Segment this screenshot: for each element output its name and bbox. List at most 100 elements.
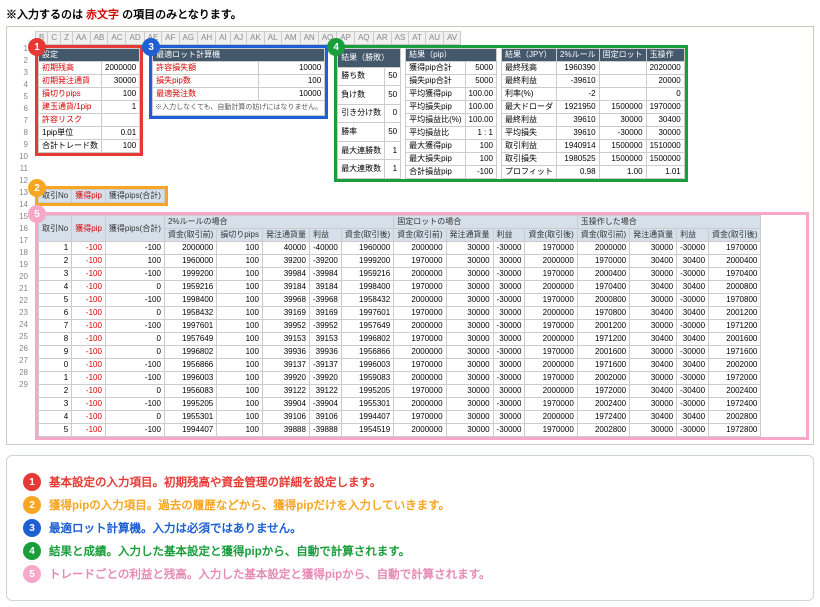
col-header[interactable]: AC [108,32,126,45]
trade-cell[interactable]: 2000400 [577,268,629,281]
settings-value[interactable]: 100 [102,140,140,153]
trade-cell[interactable]: 40000 [262,242,309,255]
row-number[interactable]: 27 [11,355,31,367]
col-header[interactable]: AG [179,32,198,45]
trade-cell[interactable]: 0 [105,346,164,359]
trade-cell[interactable]: 39184 [309,281,341,294]
trade-cell[interactable]: 2000000 [394,346,446,359]
row-number[interactable]: 9 [11,139,31,151]
trade-cell[interactable]: 2000000 [394,424,446,437]
trade-cell[interactable]: 30000 [493,307,525,320]
trade-cell[interactable]: 30000 [493,333,525,346]
trade-cell[interactable]: -30000 [493,424,525,437]
trade-cell[interactable]: -30000 [677,372,709,385]
trade-cell[interactable]: 100 [105,255,164,268]
trade-cell[interactable]: -30000 [493,268,525,281]
trade-cell[interactable]: 2000000 [525,385,577,398]
trade-cell[interactable]: 39153 [262,333,309,346]
trade-cell[interactable]: 30000 [630,346,677,359]
trade-cell[interactable]: 2001200 [709,307,761,320]
trade-cell[interactable]: -30000 [677,346,709,359]
row-number[interactable]: 29 [11,379,31,391]
trade-cell[interactable]: 1970000 [394,307,446,320]
trade-cell[interactable]: 39920 [262,372,309,385]
row-number[interactable]: 21 [11,283,31,295]
trade-cell[interactable]: 2000000 [525,255,577,268]
trade-cell[interactable]: 30000 [446,294,493,307]
trade-cell[interactable]: -100 [72,320,106,333]
trade-cell[interactable]: 39904 [262,398,309,411]
col-header[interactable]: AA [73,32,91,45]
trade-cell[interactable]: -30000 [677,294,709,307]
trade-cell[interactable]: -30000 [677,320,709,333]
trade-cell[interactable]: 2 [39,385,72,398]
row-number[interactable]: 20 [11,271,31,283]
trade-cell[interactable]: 1972800 [709,424,761,437]
trade-cell[interactable]: 2001600 [709,333,761,346]
trade-cell[interactable]: 100 [217,372,263,385]
trade-cell[interactable]: 39122 [262,385,309,398]
trade-cell[interactable]: 4 [39,411,72,424]
trade-cell[interactable]: -39137 [309,359,341,372]
trade-cell[interactable]: 3 [39,398,72,411]
trade-cell[interactable]: 2000000 [525,307,577,320]
trade-cell[interactable]: 1972000 [709,372,761,385]
trade-cell[interactable]: 39153 [309,333,341,346]
trade-cell[interactable]: 2002400 [709,385,761,398]
trade-cell[interactable]: -39984 [309,268,341,281]
trade-cell[interactable]: 0 [105,281,164,294]
trade-cell[interactable]: 2000000 [394,242,446,255]
trade-cell[interactable]: 39888 [262,424,309,437]
trade-cell[interactable]: 2002000 [577,372,629,385]
trade-cell[interactable]: 1955301 [164,411,216,424]
trade-cell[interactable]: -100 [105,242,164,255]
trade-cell[interactable]: 39169 [262,307,309,320]
row-number[interactable]: 2 [11,55,31,67]
trade-cell[interactable]: 1970000 [394,281,446,294]
trade-cell[interactable]: 1970000 [394,411,446,424]
row-number[interactable]: 19 [11,259,31,271]
trade-cell[interactable]: 4 [39,281,72,294]
trade-cell[interactable]: 100 [217,242,263,255]
trade-cell[interactable]: 30400 [677,359,709,372]
row-number[interactable]: 5 [11,91,31,103]
trade-cell[interactable]: 2000000 [394,398,446,411]
settings-value[interactable] [102,114,140,127]
row-number[interactable]: 22 [11,295,31,307]
trade-cell[interactable]: 6 [39,307,72,320]
row-number[interactable]: 11 [11,163,31,175]
trade-cell[interactable]: 100 [217,281,263,294]
trade-cell[interactable]: 1998400 [164,294,216,307]
trade-cell[interactable]: 30000 [493,255,525,268]
trade-cell[interactable]: 1970000 [525,398,577,411]
trade-cell[interactable]: 2000000 [394,268,446,281]
row-number[interactable]: 16 [11,223,31,235]
row-number[interactable]: 17 [11,235,31,247]
trade-cell[interactable]: -39920 [309,372,341,385]
lot-value[interactable]: 10000 [259,62,325,75]
trade-cell[interactable]: 1956866 [164,359,216,372]
trade-cell[interactable]: 2000000 [525,411,577,424]
trade-cell[interactable]: 1970000 [525,320,577,333]
trade-cell[interactable]: 1999200 [341,255,393,268]
trade-cell[interactable]: 1995205 [164,398,216,411]
trade-cell[interactable]: 1970800 [709,294,761,307]
col-header[interactable]: AR [373,32,391,45]
row-number[interactable]: 26 [11,343,31,355]
trade-cell[interactable]: 1970000 [394,333,446,346]
trade-cell[interactable]: 30000 [446,242,493,255]
trade-cell[interactable]: 39936 [309,346,341,359]
trade-cell[interactable]: 30000 [630,242,677,255]
trade-cell[interactable]: -30400 [677,385,709,398]
trade-cell[interactable]: -100 [72,411,106,424]
trade-cell[interactable]: 30400 [630,385,677,398]
trade-cell[interactable]: -40000 [309,242,341,255]
trade-cell[interactable]: 2 [39,255,72,268]
trade-cell[interactable]: -100 [72,359,106,372]
settings-value[interactable]: 2000000 [102,62,140,75]
col-header[interactable]: AM [281,32,300,45]
col-header[interactable]: Z [61,32,73,45]
trade-cell[interactable]: 1958432 [341,294,393,307]
trade-cell[interactable]: 100 [217,359,263,372]
trade-cell[interactable]: 1 [39,372,72,385]
